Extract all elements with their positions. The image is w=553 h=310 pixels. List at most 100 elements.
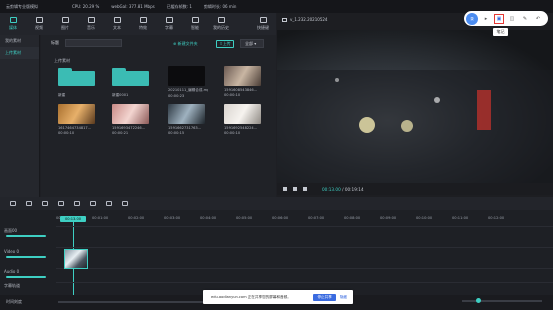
video-canvas[interactable]: 00:13.00 / 00:19:14 — [277, 30, 553, 195]
delete-icon[interactable] — [58, 201, 64, 206]
time-display: 00:13.00 / 00:19:14 — [322, 186, 364, 192]
tool-smart[interactable]: 智能 — [182, 13, 208, 35]
media-duration: 00:00:23 — [168, 94, 185, 98]
note-icon[interactable]: ▣ — [494, 13, 504, 24]
media-item[interactable]: 1591693472246... 00:00:21 — [112, 104, 152, 135]
previous-frame-icon[interactable] — [283, 187, 287, 191]
media-name: 1591662731763... — [168, 126, 202, 130]
tool-subtitle[interactable]: 字幕 — [156, 13, 182, 35]
stop-sharing-button[interactable]: 停止共享 — [313, 293, 336, 301]
horizontal-scrollbar[interactable] — [58, 301, 208, 303]
filter-select[interactable]: 全部 ▾ — [240, 39, 264, 48]
zoom-knob[interactable] — [476, 298, 481, 303]
tool-text[interactable]: 文本 — [104, 13, 130, 35]
tool-shortcuts[interactable]: 快捷键 — [250, 13, 276, 35]
keyboard-icon — [259, 17, 267, 23]
player-controls: 00:13.00 / 00:19:14 — [277, 183, 553, 195]
video-thumbnail — [224, 104, 261, 124]
frame-count: 已缓存帧数: 1 — [166, 3, 192, 9]
track-volume-slider[interactable] — [6, 235, 46, 237]
track-row[interactable] — [56, 247, 553, 268]
media-name: 1591693472246... — [112, 126, 146, 130]
camera-icon[interactable]: ◫ — [507, 14, 517, 24]
upload-label: 上传 — [222, 41, 231, 46]
media-item[interactable]: 1591692548224... 00:00:10 — [224, 104, 264, 135]
media-item[interactable]: 新建0001 — [112, 66, 152, 98]
track-row[interactable] — [56, 268, 553, 282]
ruler-tick: 00:01:00 — [92, 216, 109, 220]
media-item[interactable]: 新建 — [58, 66, 98, 98]
time-ruler: 00:00:00 00:01:00 00:02:00 00:03:00 00:0… — [56, 214, 553, 224]
media-duration: 00:00:10 — [224, 131, 241, 135]
track-row[interactable] — [56, 226, 553, 246]
edit-icon[interactable] — [90, 201, 96, 206]
tool-label: 智能 — [191, 25, 199, 30]
tool-image[interactable]: 图片 — [52, 13, 78, 35]
track-volume-slider[interactable] — [6, 276, 46, 278]
ruler-tick: 00:04:00 — [200, 216, 217, 220]
play-icon[interactable]: ▸ — [481, 14, 491, 24]
pause-icon[interactable] — [293, 187, 297, 191]
next-frame-icon[interactable] — [303, 187, 307, 191]
tool-music[interactable]: 音乐 — [78, 13, 104, 35]
section-title: 上传素材 — [54, 58, 70, 63]
sidebar-item-uploads[interactable]: 上传素材 — [0, 47, 39, 59]
monitor-icon — [282, 18, 287, 22]
track-volume-slider[interactable] — [6, 256, 46, 258]
memory-usage: webGal: 377.81 Mbps — [111, 4, 155, 9]
redo-icon[interactable] — [26, 201, 32, 206]
tool-media[interactable]: 媒体 — [0, 13, 26, 35]
hide-button[interactable]: 隐藏 — [340, 295, 347, 300]
media-item[interactable]: 1591608543846... 00:00:10 — [224, 66, 264, 97]
track-header: Audio 0 — [0, 268, 56, 278]
folder-icon — [58, 68, 95, 91]
media-item[interactable]: 20210111_编辑合成.mp4 00:00:23 — [168, 66, 208, 98]
search-input[interactable] — [65, 39, 122, 47]
media-name: 20210111_编辑合成.mp4 — [168, 88, 208, 92]
image-icon — [61, 17, 69, 23]
track-label: Video 0 — [4, 249, 20, 254]
edit-duration: 剪辑时长: 06 min — [203, 3, 237, 9]
zoom-slider[interactable] — [462, 298, 542, 303]
mic-icon[interactable] — [106, 201, 112, 206]
settings-icon[interactable] — [122, 201, 128, 206]
media-duration: 00:00:21 — [112, 131, 129, 135]
tool-label: 特效 — [139, 25, 147, 30]
video-frame — [277, 70, 553, 183]
main-toolbar: 媒体 视频 图片 音乐 文本 特效 字幕 智能 我的历史 快捷键 — [0, 13, 276, 35]
cpu-usage: CPU: 20.29 % — [72, 4, 100, 9]
screen-recorder-bar: 录 ▸ ▣ ◫ ✎ ↶ — [464, 11, 548, 26]
app-title: 云剪辑专业版模拟 — [6, 3, 38, 9]
tool-label: 文本 — [113, 25, 121, 30]
music-icon — [87, 17, 95, 23]
undo-icon[interactable]: ↶ — [533, 14, 543, 24]
tooltip: 笔记 — [493, 28, 508, 36]
media-item[interactable]: 1617464734817... 00:00:10 — [58, 104, 98, 135]
tool-video[interactable]: 视频 — [26, 13, 52, 35]
ruler-tick: 00:05:00 — [236, 216, 253, 220]
new-folder-button[interactable]: ⊕ 新建文件夹 — [173, 41, 198, 47]
ruler-tick: 00:12:00 — [488, 216, 505, 220]
video-clip[interactable] — [64, 249, 88, 269]
video-thumbnail — [58, 104, 95, 124]
tool-label: 音乐 — [87, 25, 95, 30]
pen-icon[interactable]: ✎ — [520, 14, 530, 24]
split-icon[interactable] — [42, 201, 48, 206]
recorder-logo[interactable]: 录 — [466, 12, 478, 25]
ruler-tick: 00:09:00 — [380, 216, 397, 220]
ruler-tick: 00:11:00 — [452, 216, 469, 220]
media-duration: 00:00:10 — [224, 93, 241, 97]
media-item[interactable]: 1591662731763... 00:00:15 — [168, 104, 208, 135]
tool-label: 图片 — [61, 25, 69, 30]
video-thumbnail — [112, 104, 149, 124]
tool-effects[interactable]: 特效 — [130, 13, 156, 35]
undo-icon[interactable] — [10, 201, 16, 206]
tool-label: 媒体 — [9, 25, 17, 30]
media-duration: 00:00:15 — [168, 131, 185, 135]
media-sidebar: 我的素材 上传素材 — [0, 35, 40, 197]
sidebar-item-my-media[interactable]: 我的素材 — [0, 35, 39, 47]
preview-icon[interactable] — [74, 201, 80, 206]
tool-label: 我的历史 — [213, 25, 229, 30]
upload-button[interactable]: ⇧上传 — [216, 40, 234, 48]
tool-history[interactable]: 我的历史 — [208, 13, 234, 35]
